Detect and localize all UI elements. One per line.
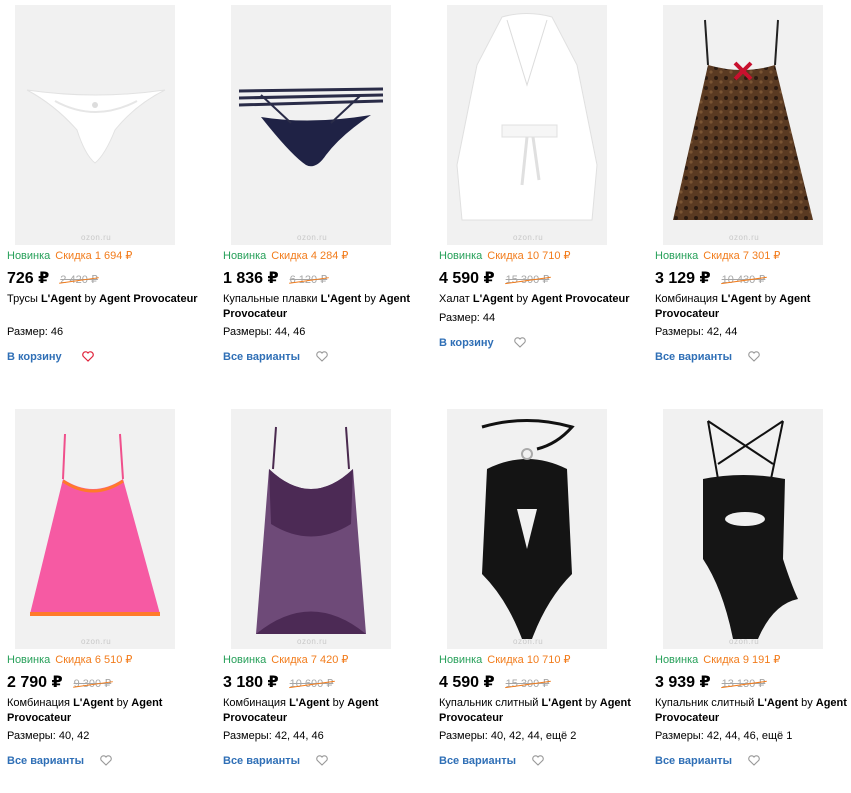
heart-icon[interactable] bbox=[532, 755, 544, 766]
badges: Новинка Скидка 10 710 ₽ bbox=[439, 653, 571, 666]
product-grid: ozon.ru Новинка Скидка 1 694 ₽ 726 ₽ 2 420… bbox=[0, 0, 851, 793]
price: 4 590 ₽ bbox=[439, 270, 495, 287]
heart-icon[interactable] bbox=[100, 755, 112, 766]
new-badge: Новинка bbox=[439, 250, 483, 262]
discount-badge: Скидка 7 301 ₽ bbox=[703, 250, 781, 262]
watermark: ozon.ru bbox=[297, 233, 328, 242]
price-row: 2 790 ₽ 9 300 ₽ bbox=[7, 672, 111, 692]
sizes: Размеры: 42, 44 bbox=[655, 326, 738, 338]
product-name[interactable]: Купальные плавки L'Agent by Agent Provoc… bbox=[223, 292, 423, 322]
add-to-cart-button[interactable]: В корзину bbox=[439, 337, 494, 349]
product-name[interactable]: Купальник слитный L'Agent by Agent Provo… bbox=[439, 696, 639, 726]
heart-icon[interactable] bbox=[514, 337, 526, 348]
watermark: ozon.ru bbox=[729, 233, 760, 242]
watermark: ozon.ru bbox=[81, 233, 112, 242]
watermark: ozon.ru bbox=[513, 637, 544, 646]
product-image-swimsuit-halter[interactable]: ozon.ru bbox=[447, 409, 607, 649]
product-image-slip-leopard[interactable]: ozon.ru bbox=[663, 5, 823, 245]
badges: Новинка Скидка 9 191 ₽ bbox=[655, 653, 780, 666]
badges: Новинка Скидка 1 694 ₽ bbox=[7, 249, 132, 262]
product-name[interactable]: Трусы L'Agent by Agent Provocateur bbox=[7, 292, 207, 307]
discount-badge: Скидка 1 694 ₽ bbox=[55, 250, 133, 262]
product-image-slip-purple[interactable]: ozon.ru bbox=[231, 409, 391, 649]
new-badge: Новинка bbox=[223, 250, 267, 262]
watermark: ozon.ru bbox=[729, 637, 760, 646]
price-row: 3 180 ₽ 10 600 ₽ bbox=[223, 672, 333, 692]
sizes: Размеры: 42, 44, 46, ещё 1 bbox=[655, 730, 793, 742]
product-name[interactable]: Комбинация L'Agent by Agent Provocateur bbox=[223, 696, 423, 726]
discount-badge: Скидка 10 710 ₽ bbox=[487, 654, 571, 666]
all-variants-button[interactable]: Все варианты bbox=[223, 755, 300, 767]
new-badge: Новинка bbox=[439, 654, 483, 666]
new-badge: Новинка bbox=[655, 654, 699, 666]
sizes: Размер: 44 bbox=[439, 312, 496, 324]
price: 1 836 ₽ bbox=[223, 270, 279, 287]
sizes: Размеры: 42, 44, 46 bbox=[223, 730, 324, 742]
badges: Новинка Скидка 6 510 ₽ bbox=[7, 653, 132, 666]
all-variants-button[interactable]: Все варианты bbox=[655, 755, 732, 767]
discount-badge: Скидка 4 284 ₽ bbox=[271, 250, 349, 262]
old-price: 15 300 ₽ bbox=[505, 274, 550, 286]
price: 3 129 ₽ bbox=[655, 270, 711, 287]
new-badge: Новинка bbox=[7, 250, 51, 262]
all-variants-button[interactable]: Все варианты bbox=[655, 351, 732, 363]
price: 4 590 ₽ bbox=[439, 674, 495, 691]
old-price: 9 300 ₽ bbox=[73, 678, 112, 690]
product-name[interactable]: Комбинация L'Agent by Agent Provocateur bbox=[7, 696, 207, 726]
discount-badge: Скидка 6 510 ₽ bbox=[55, 654, 133, 666]
price-row: 4 590 ₽ 15 300 ₽ bbox=[439, 672, 549, 692]
old-price: 2 420 ₽ bbox=[60, 274, 98, 286]
product-image-panties[interactable]: ozon.ru bbox=[15, 5, 175, 245]
price: 2 790 ₽ bbox=[7, 674, 63, 691]
watermark: ozon.ru bbox=[297, 637, 328, 646]
price-row: 3 939 ₽ 13 130 ₽ bbox=[655, 672, 765, 692]
old-price: 10 430 ₽ bbox=[721, 274, 766, 286]
price: 3 939 ₽ bbox=[655, 674, 711, 691]
badges: Новинка Скидка 7 420 ₽ bbox=[223, 653, 348, 666]
product-image-swimsuit-cutout[interactable]: ozon.ru bbox=[663, 409, 823, 649]
all-variants-button[interactable]: Все варианты bbox=[7, 755, 84, 767]
heart-icon[interactable] bbox=[748, 351, 760, 362]
product-image-babydoll-pink[interactable]: ozon.ru bbox=[15, 409, 175, 649]
heart-icon[interactable] bbox=[82, 351, 94, 362]
old-price: 13 130 ₽ bbox=[721, 678, 766, 690]
all-variants-button[interactable]: Все варианты bbox=[223, 351, 300, 363]
discount-badge: Скидка 10 710 ₽ bbox=[487, 250, 571, 262]
watermark: ozon.ru bbox=[81, 637, 112, 646]
discount-badge: Скидка 7 420 ₽ bbox=[271, 654, 349, 666]
discount-badge: Скидка 9 191 ₽ bbox=[703, 654, 781, 666]
product-name[interactable]: Халат L'Agent by Agent Provocateur bbox=[439, 292, 639, 307]
badges: Новинка Скидка 4 284 ₽ bbox=[223, 249, 348, 262]
all-variants-button[interactable]: Все варианты bbox=[439, 755, 516, 767]
product-image-swim-briefs[interactable]: ozon.ru bbox=[231, 5, 391, 245]
old-price: 6 120 ₽ bbox=[289, 274, 328, 286]
new-badge: Новинка bbox=[7, 654, 51, 666]
product-name[interactable]: Комбинация L'Agent by Agent Provocateur bbox=[655, 292, 851, 322]
price-row: 4 590 ₽ 15 300 ₽ bbox=[439, 268, 549, 288]
old-price: 10 600 ₽ bbox=[289, 678, 334, 690]
price-row: 3 129 ₽ 10 430 ₽ bbox=[655, 268, 765, 288]
heart-icon[interactable] bbox=[748, 755, 760, 766]
badges: Новинка Скидка 7 301 ₽ bbox=[655, 249, 780, 262]
sizes: Размеры: 40, 42, 44, ещё 2 bbox=[439, 730, 577, 742]
price-row: 1 836 ₽ 6 120 ₽ bbox=[223, 268, 327, 288]
watermark: ozon.ru bbox=[513, 233, 544, 242]
sizes: Размер: 46 bbox=[7, 326, 64, 338]
product-name[interactable]: Купальник слитный L'Agent by Agent Provo… bbox=[655, 696, 851, 726]
new-badge: Новинка bbox=[223, 654, 267, 666]
heart-icon[interactable] bbox=[316, 755, 328, 766]
sizes: Размеры: 40, 42 bbox=[7, 730, 90, 742]
add-to-cart-button[interactable]: В корзину bbox=[7, 351, 62, 363]
sizes: Размеры: 44, 46 bbox=[223, 326, 306, 338]
old-price: 15 300 ₽ bbox=[505, 678, 550, 690]
product-image-robe[interactable]: ozon.ru bbox=[447, 5, 607, 245]
price-row: 726 ₽ 2 420 ₽ bbox=[7, 268, 98, 288]
price: 726 ₽ bbox=[7, 270, 50, 287]
badges: Новинка Скидка 10 710 ₽ bbox=[439, 249, 571, 262]
price: 3 180 ₽ bbox=[223, 674, 279, 691]
heart-icon[interactable] bbox=[316, 351, 328, 362]
new-badge: Новинка bbox=[655, 250, 699, 262]
